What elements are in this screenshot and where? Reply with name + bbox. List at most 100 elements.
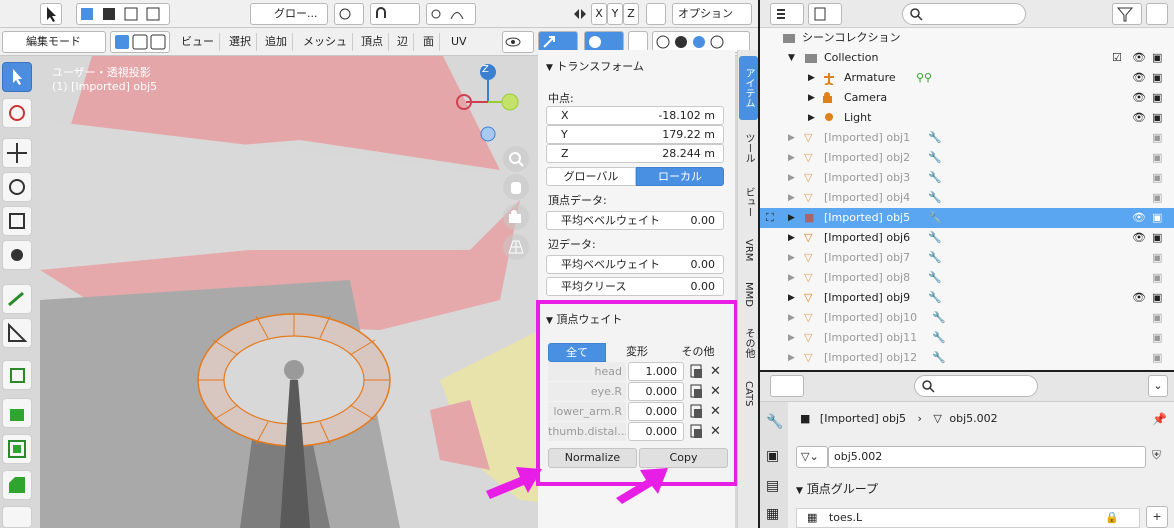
vertex-group-name[interactable]: toes.L [829,511,862,524]
menu-view[interactable]: ビュー [176,33,220,51]
tool-tab-icon[interactable]: 🔧 [766,414,783,430]
tab-vrm[interactable]: VRM [739,230,758,270]
outliner-item-obj2[interactable]: ▶ ▽ [Imported] obj2 🔧 ▣ [760,148,1174,168]
render-camera-icon[interactable]: ▣ [1152,308,1162,328]
move-tool-icon[interactable] [2,138,32,168]
proportional-edit-icon[interactable] [426,3,476,25]
outliner-item-obj9[interactable]: ▶ ▽ [Imported] obj9 🔧 👁 ▣ [760,288,1174,308]
render-camera-icon[interactable]: ▣ [1152,168,1162,188]
3d-viewport[interactable]: グロー... X Y Z オプション 編集モード ビュー 選択 追加 メッシュ … [0,0,758,528]
view-object-types-icon[interactable] [502,31,534,53]
menu-vertex[interactable]: 頂点 [356,33,389,51]
outliner-item-obj1[interactable]: ▶ ▽ [Imported] obj1 🔧 ▣ [760,128,1174,148]
visibility-eye-icon[interactable]: 👁 [1132,288,1146,308]
outliner-item-camera[interactable]: ▶ Camera 👁 ▣ [760,88,1174,108]
outliner-item-obj7[interactable]: ▶ ▽ [Imported] obj7 🔧 ▣ [760,248,1174,268]
render-camera-icon[interactable]: ▣ [1152,48,1162,68]
local-toggle[interactable]: ローカル [636,167,724,186]
rotate-tool-icon[interactable] [2,172,32,202]
render-camera-icon[interactable]: ▣ [1152,148,1162,168]
mirror-x-toggle[interactable]: X [591,3,607,25]
visibility-eye-icon[interactable]: 👁 [1132,208,1146,228]
camera-view-icon[interactable] [503,204,529,230]
topology-mirror-icon[interactable] [646,3,666,25]
menu-face[interactable]: 面 [418,33,440,51]
measure-tool-icon[interactable] [2,318,32,348]
outliner-item-obj12[interactable]: ▶ ▽ [Imported] obj12 🔧 ▣ [760,348,1174,368]
inset-tool-icon[interactable] [2,434,32,464]
global-toggle[interactable]: グローバル [546,167,636,186]
editor-type-icon[interactable] [770,375,804,397]
filter-icon[interactable] [1112,3,1142,25]
collection-checkbox[interactable]: ☑ [1112,48,1122,68]
transform-section-header[interactable]: ▼ トランスフォーム [546,58,644,74]
vertex-groups-header[interactable]: ▼ 頂点グループ [796,480,878,497]
scene-collection-row[interactable]: シーンコレクション [760,28,1174,48]
render-camera-icon[interactable]: ▣ [1152,348,1162,368]
render-camera-icon[interactable]: ▣ [1152,88,1162,108]
visibility-eye-icon[interactable]: 👁 [1132,228,1146,248]
mesh-browse-dropdown[interactable]: ▽⌄ [796,446,828,468]
output-tab-icon[interactable]: ▤ [766,478,779,494]
median-x-field[interactable]: X -18.102 m [546,106,724,125]
pin-icon[interactable]: 📌 [1152,412,1167,426]
add-cube-tool-icon[interactable] [2,360,32,390]
median-y-field[interactable]: Y 179.22 m [546,125,724,144]
outliner-item-armature[interactable]: ▶ Armature ⚲⚲ 👁 ▣ [760,68,1174,88]
loopcut-tool-icon[interactable] [2,506,32,528]
mesh-name-field[interactable]: obj5.002 [828,446,1146,468]
transform-tool-icon[interactable] [2,240,32,270]
ortho-grid-icon[interactable] [503,234,529,260]
snap-icon[interactable] [370,3,420,25]
tab-other[interactable]: その他 [739,318,758,368]
mode-select[interactable]: 編集モード [2,31,106,53]
fake-user-shield-icon[interactable]: ⛨ [1152,448,1161,463]
orientation-select[interactable]: グロー... [250,3,328,25]
visibility-eye-icon[interactable]: 👁 [1132,48,1146,68]
extrude-tool-icon[interactable] [2,398,32,428]
outliner-item-obj4[interactable]: ▶ ▽ [Imported] obj4 🔧 ▣ [760,188,1174,208]
tab-tool[interactable]: ツール [739,124,758,172]
visibility-eye-icon[interactable]: 👁 [1132,68,1146,88]
render-camera-icon[interactable]: ▣ [1152,288,1162,308]
render-camera-icon[interactable]: ▣ [1152,328,1162,348]
collection-row[interactable]: ▼ Collection ☑ 👁 ▣ [760,48,1174,68]
menu-uv[interactable]: UV [446,33,472,51]
add-vertex-group-button[interactable]: + [1146,506,1168,528]
menu-add[interactable]: 追加 [260,33,293,51]
select-tool-icon[interactable] [2,62,32,92]
median-z-field[interactable]: Z 28.244 m [546,144,724,163]
options-button[interactable]: オプション [672,3,752,25]
render-camera-icon[interactable]: ▣ [1152,128,1162,148]
tab-mmd[interactable]: MMD [739,274,758,314]
edge-bevel-field[interactable]: 平均ベベルウェイト 0.00 [546,255,724,274]
pivot-icon[interactable] [334,3,364,25]
render-camera-icon[interactable]: ▣ [1152,188,1162,208]
render-camera-icon[interactable]: ▣ [1152,268,1162,288]
render-camera-icon[interactable]: ▣ [1152,248,1162,268]
outliner-search-input[interactable] [902,3,1026,25]
tab-view[interactable]: ビュー [739,178,758,226]
mirror-z-toggle[interactable]: Z [623,3,639,25]
vertex-group-list[interactable]: ▦ toes.L 🔒 [796,508,1140,528]
select-mode-buttons[interactable] [76,3,170,25]
scale-tool-icon[interactable] [2,206,32,236]
bevel-tool-icon[interactable] [2,470,32,500]
cursor-tool-icon[interactable] [2,98,32,128]
render-camera-icon[interactable]: ▣ [1152,108,1162,128]
render-camera-icon[interactable]: ▣ [1152,208,1162,228]
outliner-item-obj11[interactable]: ▶ ▽ [Imported] obj11 🔧 ▣ [760,328,1174,348]
visibility-eye-icon[interactable]: 👁 [1132,108,1146,128]
render-tab-icon[interactable]: ▣ [766,448,779,464]
lock-icon[interactable]: 🔒 [1105,509,1119,527]
display-mode-icon[interactable] [770,3,804,25]
menu-select[interactable]: 選択 [224,33,257,51]
outliner-item-light[interactable]: ▶ Light 👁 ▣ [760,108,1174,128]
outliner-item-obj3[interactable]: ▶ ▽ [Imported] obj3 🔧 ▣ [760,168,1174,188]
outliner-item-obj6[interactable]: ▶ ▽ [Imported] obj6 🔧 👁 ▣ [760,228,1174,248]
pan-hand-icon[interactable] [503,174,529,200]
visibility-eye-icon[interactable]: 👁 [1132,88,1146,108]
outliner-item-obj10[interactable]: ▶ ▽ [Imported] obj10 🔧 ▣ [760,308,1174,328]
annotate-tool-icon[interactable] [2,284,32,314]
tab-cats[interactable]: CATS [739,372,758,416]
